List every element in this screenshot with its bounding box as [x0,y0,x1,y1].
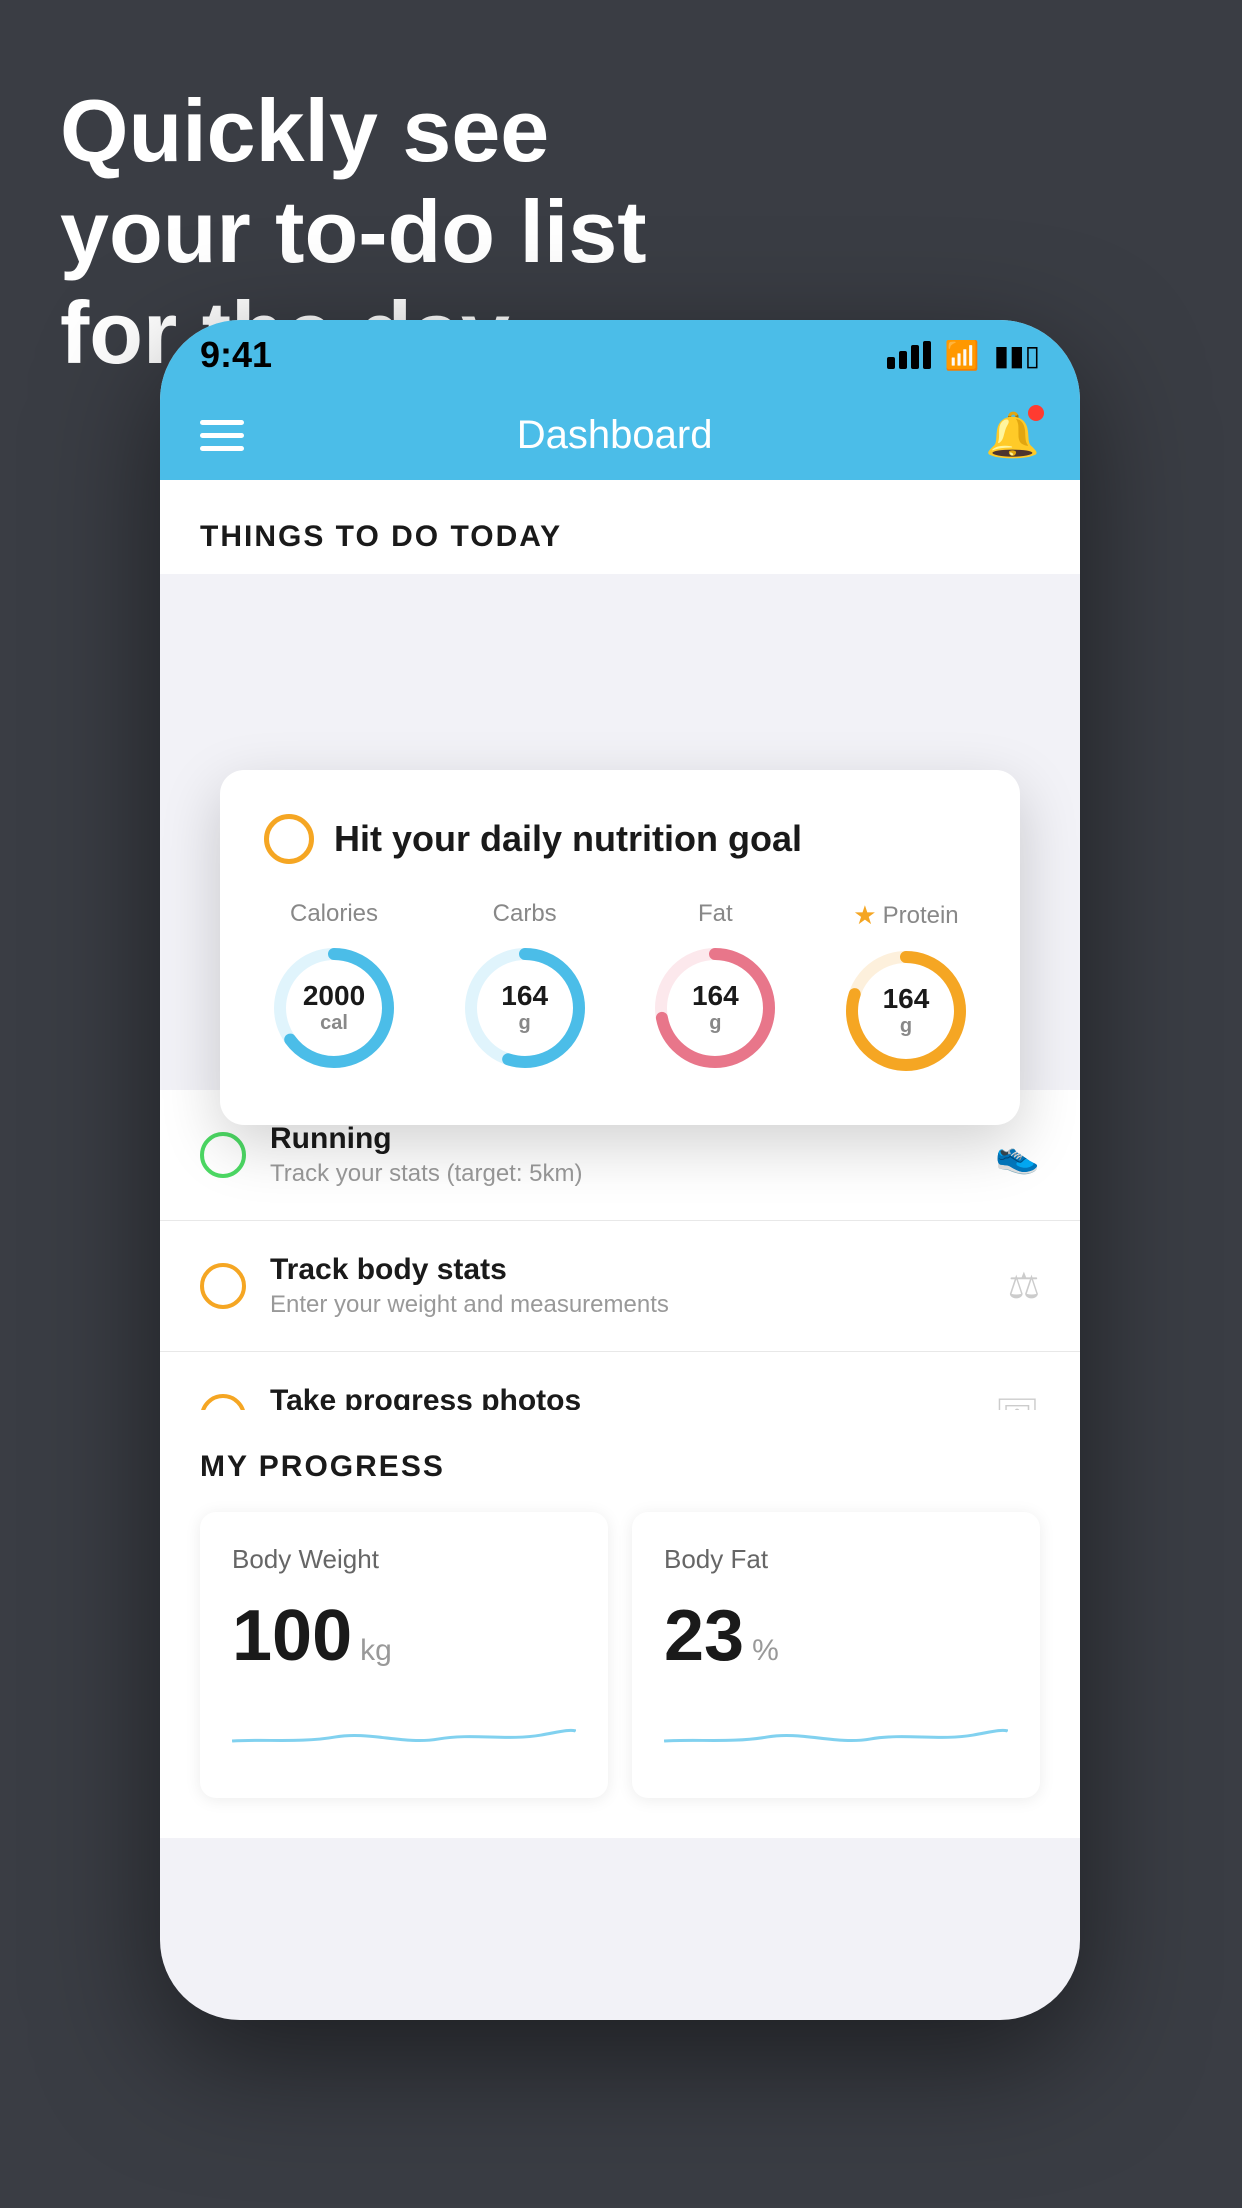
progress-cards: Body Weight 100kg Body Fat 23% [200,1512,1040,1798]
progress-value-unit: % [752,1634,779,1668]
status-time: 9:41 [200,334,272,376]
nutrition-item-protein: ★Protein 164 g [836,900,976,1081]
notification-dot [1028,405,1044,421]
list-item-icon-scale: ⚖ [1008,1265,1040,1307]
progress-value-number: 23 [664,1595,744,1677]
progress-value-number: 100 [232,1595,352,1677]
donut-carbs: 164 g [455,938,595,1078]
nutrition-label-fat: Fat [698,900,733,928]
progress-card-title: Body Fat [664,1544,1008,1575]
hamburger-menu[interactable] [200,420,244,451]
progress-card-body-fat[interactable]: Body Fat 23% [632,1512,1040,1798]
card-title-row: Hit your daily nutrition goal [264,814,976,864]
list-item-title: Running [270,1122,971,1156]
bell-icon[interactable]: 🔔 [985,409,1040,461]
content-area: THINGS TO DO TODAY [160,480,1080,574]
list-item-title: Track body stats [270,1253,984,1287]
status-icons: 📶 ▮▮▯ [887,339,1040,372]
phone-mockup: 9:41 📶 ▮▮▯ Dashboard 🔔 THINGS TO DO TODA… [160,320,1080,2020]
nutrition-card-title: Hit your daily nutrition goal [334,818,802,860]
nutrition-card: Hit your daily nutrition goal Calories 2… [220,770,1020,1125]
donut-fat: 164 g [645,938,785,1078]
nutrition-label-carbs: Carbs [493,900,557,928]
progress-card-title: Body Weight [232,1544,576,1575]
sparkline [664,1701,1008,1761]
list-item-icon-shoe: 👟 [995,1134,1040,1176]
protein-star-icon: ★ [853,900,876,931]
sparkline [232,1701,576,1761]
list-item[interactable]: Track body stats Enter your weight and me… [160,1221,1080,1352]
nutrition-item-carbs: Carbs 164 g [455,900,595,1081]
progress-header: MY PROGRESS [200,1450,1040,1484]
progress-section: MY PROGRESS Body Weight 100kg Body Fat 23% [160,1410,1080,1838]
progress-card-body-weight[interactable]: Body Weight 100kg [200,1512,608,1798]
nutrition-grid: Calories 2000 cal Carbs 164 g Fat 164 g … [264,900,976,1081]
task-circle-nutrition[interactable] [264,814,314,864]
nutrition-item-calories: Calories 2000 cal [264,900,404,1081]
things-section-header: THINGS TO DO TODAY [160,480,1080,574]
list-item-subtitle: Enter your weight and measurements [270,1291,984,1319]
nutrition-label-protein: Protein [883,902,959,930]
task-circle[interactable] [200,1263,246,1309]
nutrition-item-fat: Fat 164 g [645,900,785,1081]
status-bar: 9:41 📶 ▮▮▯ [160,320,1080,390]
nutrition-label-calories: Calories [290,900,378,928]
donut-calories: 2000 cal [264,938,404,1078]
list-item-subtitle: Track your stats (target: 5km) [270,1160,971,1188]
nav-title: Dashboard [517,413,713,458]
task-circle[interactable] [200,1132,246,1178]
donut-protein: 164 g [836,941,976,1081]
battery-icon: ▮▮▯ [994,339,1040,372]
signal-icon [887,341,931,369]
wifi-icon: 📶 [945,339,980,372]
nav-bar: Dashboard 🔔 [160,390,1080,480]
progress-value-unit: kg [360,1634,392,1668]
